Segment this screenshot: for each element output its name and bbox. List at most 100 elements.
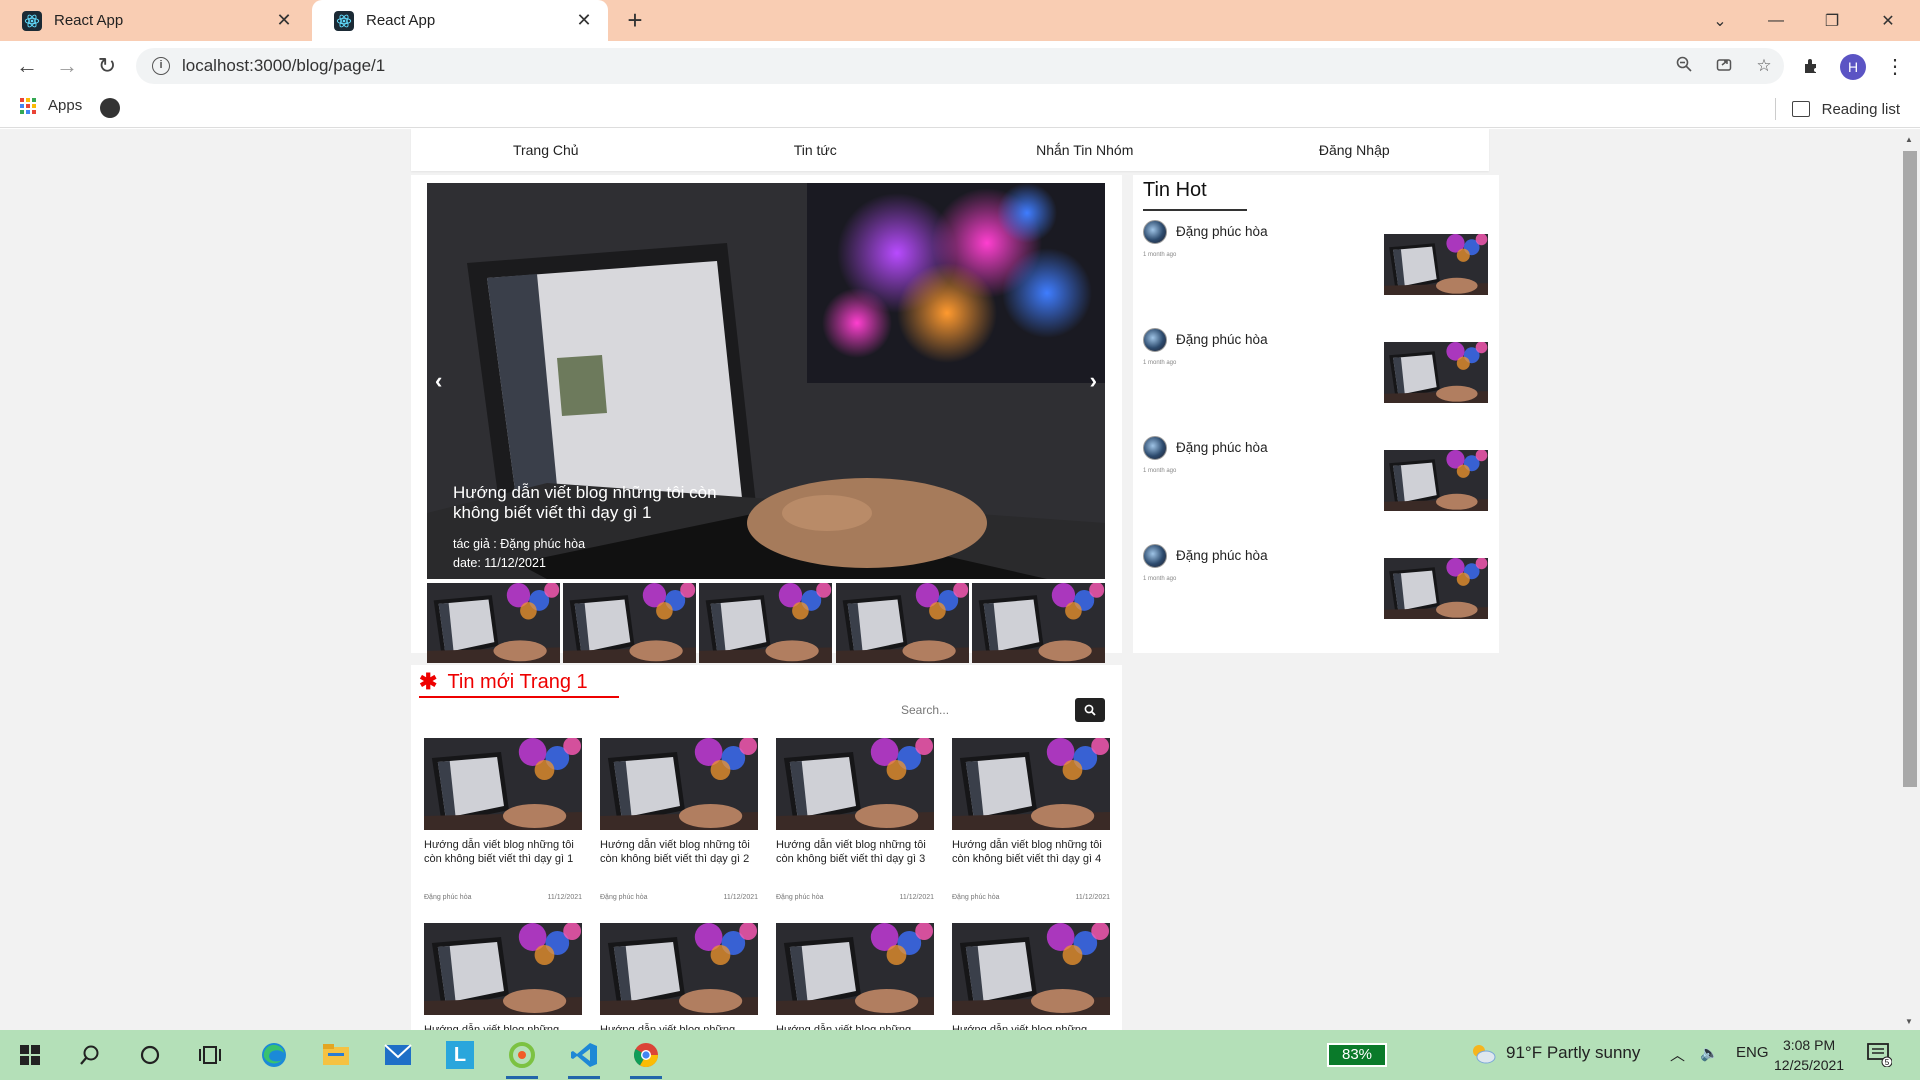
menu-kebab-icon[interactable]: ⋮ xyxy=(1880,51,1910,81)
bookmark-star-icon[interactable]: ☆ xyxy=(1744,56,1784,76)
tab-strip: React App ✕ React App ✕ + ⌄ — ❐ ✕ xyxy=(0,0,1920,41)
news-card[interactable]: Hướng dẫn viết blog những tôi còn không … xyxy=(776,738,934,901)
news-card[interactable]: Hướng dẫn viết blog những tôi còn không … xyxy=(424,738,582,901)
zoom-icon[interactable] xyxy=(1664,56,1704,77)
edge-icon[interactable] xyxy=(250,1037,298,1073)
news-card[interactable]: Hướng dẫn viết blog những tôi còn không … xyxy=(952,738,1110,901)
news-card[interactable]: Hướng dẫn viết blog những xyxy=(424,923,582,1030)
divider xyxy=(1774,98,1776,120)
featured-title[interactable]: Hướng dẫn viết blog những tôi còn không … xyxy=(453,483,753,523)
restore-button[interactable]: ❐ xyxy=(1804,0,1860,41)
scrollbar-thumb[interactable] xyxy=(1903,151,1917,787)
hot-thumbnail[interactable] xyxy=(1384,234,1488,295)
globe-bookmark-icon[interactable] xyxy=(100,98,120,118)
vscode-icon[interactable] xyxy=(560,1037,608,1079)
hot-news-item[interactable]: Đặng phúc hòa 1 month ago xyxy=(1143,328,1493,428)
news-title[interactable]: Hướng dẫn viết blog những tôi còn không … xyxy=(776,838,934,880)
app-green-icon[interactable] xyxy=(498,1037,546,1079)
scroll-down-icon[interactable]: ▼ xyxy=(1905,1017,1913,1026)
news-card[interactable]: Hướng dẫn viết blog những tôi còn không … xyxy=(600,738,758,901)
news-title[interactable]: Hướng dẫn viết blog những xyxy=(776,1023,934,1030)
nav-login[interactable]: Đăng Nhập xyxy=(1220,129,1490,171)
url-text[interactable]: localhost:3000/blog/page/1 xyxy=(182,56,1664,76)
reload-button[interactable]: ↻ xyxy=(92,51,122,81)
news-card[interactable]: Hướng dẫn viết blog những xyxy=(952,923,1110,1030)
hot-thumbnail[interactable] xyxy=(1384,558,1488,619)
tab-inactive[interactable]: React App ✕ xyxy=(0,0,308,41)
news-title[interactable]: Hướng dẫn viết blog những tôi còn không … xyxy=(600,838,758,880)
news-thumbnail[interactable] xyxy=(776,738,934,830)
hot-author[interactable]: Đặng phúc hòa xyxy=(1176,548,1268,563)
carousel-thumbnail[interactable] xyxy=(835,583,969,663)
extensions-icon[interactable] xyxy=(1796,51,1826,81)
carousel-thumbnail[interactable] xyxy=(427,583,560,663)
news-title[interactable]: Hướng dẫn viết blog những tôi còn không … xyxy=(952,838,1110,880)
news-title[interactable]: Hướng dẫn viết blog những xyxy=(952,1023,1110,1030)
address-bar[interactable]: i localhost:3000/blog/page/1 ☆ xyxy=(136,48,1784,84)
carousel-thumbnail[interactable] xyxy=(971,583,1105,663)
hot-news-item[interactable]: Đặng phúc hòa 1 month ago xyxy=(1143,220,1493,320)
close-tab-icon[interactable]: ✕ xyxy=(574,10,594,31)
news-thumbnail[interactable] xyxy=(776,923,934,1015)
new-tab-button[interactable]: + xyxy=(620,6,650,36)
featured-carousel[interactable]: ‹ › Hướng dẫn viết blog những tôi còn kh… xyxy=(427,183,1105,579)
cortana-icon[interactable] xyxy=(126,1037,174,1073)
carousel-thumbnail[interactable] xyxy=(563,583,697,663)
news-thumbnail[interactable] xyxy=(952,923,1110,1015)
hot-thumbnail[interactable] xyxy=(1384,342,1488,403)
carousel-prev-icon[interactable]: ‹ xyxy=(435,368,442,394)
tab-active[interactable]: React App ✕ xyxy=(312,0,608,41)
hot-thumbnail[interactable] xyxy=(1384,450,1488,511)
weather-widget[interactable]: 91°F Partly sunny xyxy=(1470,1042,1640,1064)
site-info-icon[interactable]: i xyxy=(152,57,170,75)
forward-button[interactable]: → xyxy=(52,51,82,81)
mail-icon[interactable] xyxy=(374,1037,422,1073)
news-thumbnail[interactable] xyxy=(424,738,582,830)
profile-avatar[interactable]: H xyxy=(1840,54,1866,80)
news-thumbnail[interactable] xyxy=(424,923,582,1015)
file-explorer-icon[interactable] xyxy=(312,1037,360,1073)
search-button[interactable] xyxy=(1075,698,1105,722)
carousel-thumbnail[interactable] xyxy=(699,583,833,663)
close-window-button[interactable]: ✕ xyxy=(1860,0,1916,41)
start-button[interactable] xyxy=(6,1037,54,1073)
hot-author[interactable]: Đặng phúc hòa xyxy=(1176,440,1268,455)
news-thumbnail[interactable] xyxy=(952,738,1110,830)
battery-indicator[interactable]: 83% xyxy=(1327,1043,1387,1067)
news-card[interactable]: Hướng dẫn viết blog những xyxy=(776,923,934,1030)
carousel-next-icon[interactable]: › xyxy=(1090,368,1097,394)
system-clock[interactable]: 3:08 PM 12/25/2021 xyxy=(1774,1035,1844,1075)
input-language[interactable]: ENG xyxy=(1736,1044,1769,1061)
task-view-icon[interactable] xyxy=(186,1037,234,1073)
tab-search-icon[interactable]: ⌄ xyxy=(1692,0,1748,41)
minimize-button[interactable]: — xyxy=(1748,0,1804,41)
hot-author[interactable]: Đặng phúc hòa xyxy=(1176,332,1268,347)
news-card[interactable]: Hướng dẫn viết blog những xyxy=(600,923,758,1030)
search-input[interactable] xyxy=(901,698,1071,722)
reading-list-button[interactable]: Reading list xyxy=(1774,98,1900,120)
tray-chevron-icon[interactable]: ︿ xyxy=(1670,1044,1685,1065)
apps-shortcut[interactable]: Apps xyxy=(20,97,82,114)
close-tab-icon[interactable]: ✕ xyxy=(274,10,294,31)
hot-news-item[interactable]: Đặng phúc hòa 1 month ago xyxy=(1143,544,1493,644)
site-nav: Trang Chủ Tin tức Nhắn Tin Nhóm Đăng Nhậ… xyxy=(411,129,1489,171)
page-scrollbar[interactable]: ▲ ▼ xyxy=(1900,129,1920,1030)
back-button[interactable]: ← xyxy=(12,51,42,81)
volume-icon[interactable]: 🔈 xyxy=(1700,1044,1719,1062)
news-title[interactable]: Hướng dẫn viết blog những xyxy=(424,1023,582,1030)
nav-news[interactable]: Tin tức xyxy=(681,129,951,171)
notification-center-icon[interactable]: 5 xyxy=(1866,1041,1893,1071)
news-title[interactable]: Hướng dẫn viết blog những xyxy=(600,1023,758,1030)
hot-news-item[interactable]: Đặng phúc hòa 1 month ago xyxy=(1143,436,1493,536)
nav-home[interactable]: Trang Chủ xyxy=(411,129,681,171)
chrome-icon[interactable] xyxy=(622,1037,670,1079)
news-thumbnail[interactable] xyxy=(600,923,758,1015)
app-l-icon[interactable]: L xyxy=(436,1037,484,1073)
news-thumbnail[interactable] xyxy=(600,738,758,830)
scroll-up-icon[interactable]: ▲ xyxy=(1905,135,1913,144)
nav-group-chat[interactable]: Nhắn Tin Nhóm xyxy=(950,129,1220,171)
hot-author[interactable]: Đặng phúc hòa xyxy=(1176,224,1268,239)
news-title[interactable]: Hướng dẫn viết blog những tôi còn không … xyxy=(424,838,582,880)
search-taskbar-icon[interactable] xyxy=(66,1037,114,1073)
share-icon[interactable] xyxy=(1704,56,1744,77)
